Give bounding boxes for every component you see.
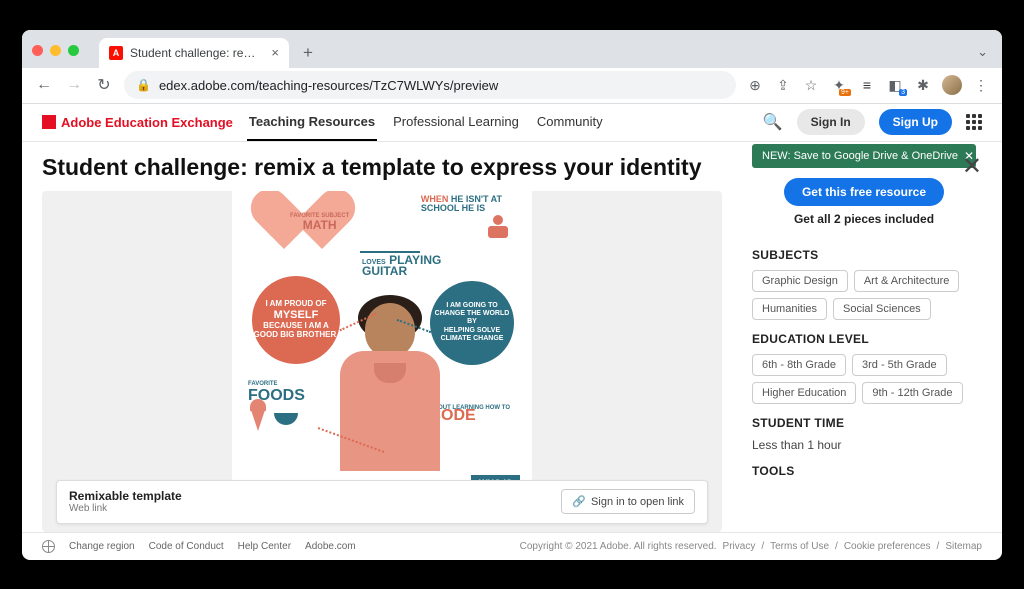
sign-in-button[interactable]: Sign In bbox=[797, 109, 865, 135]
minimize-window-icon[interactable] bbox=[50, 45, 61, 56]
footer-code-of-conduct[interactable]: Code of Conduct bbox=[149, 541, 224, 552]
close-icon[interactable]: ✕ bbox=[962, 152, 982, 181]
buffer-extension-icon[interactable]: ≡ bbox=[858, 76, 876, 94]
extension-icon-2[interactable]: ◧3 bbox=[886, 76, 904, 94]
browser-tab-bar: A Student challenge: remix a tem × + ⌄ bbox=[22, 30, 1002, 68]
when-text: WHEN HE ISN'T AT SCHOOL HE IS bbox=[421, 195, 502, 213]
student-time-value: Less than 1 hour bbox=[752, 438, 976, 452]
footer-adobe-com[interactable]: Adobe.com bbox=[305, 541, 356, 552]
tools-heading: TOOLS bbox=[752, 464, 976, 478]
sign-up-button[interactable]: Sign Up bbox=[879, 109, 952, 135]
brand-logo[interactable]: Adobe Education Exchange bbox=[42, 115, 233, 130]
search-icon[interactable]: 🔍 bbox=[763, 112, 783, 132]
toolbar-actions: ⊕ ⇪ ☆ ✦9+ ≡ ◧3 ✱ ⋮ bbox=[746, 75, 990, 95]
link-card: Remixable template Web link 🔗 Sign in to… bbox=[56, 480, 708, 524]
chip-9-12-grade[interactable]: 9th - 12th Grade bbox=[862, 382, 962, 404]
chip-graphic-design[interactable]: Graphic Design bbox=[752, 270, 848, 292]
link-icon: 🔗 bbox=[572, 495, 586, 508]
nav-teaching-resources[interactable]: Teaching Resources bbox=[247, 104, 377, 141]
footer-help-center[interactable]: Help Center bbox=[238, 541, 291, 552]
template-graphic: FAVORITE SUBJECT MATH WHEN HE ISN'T AT S… bbox=[232, 191, 532, 491]
template-preview: FAVORITE SUBJECT MATH WHEN HE ISN'T AT S… bbox=[42, 191, 722, 532]
chip-humanities[interactable]: Humanities bbox=[752, 298, 827, 320]
chip-higher-education[interactable]: Higher Education bbox=[752, 382, 856, 404]
education-heading: EDUCATION LEVEL bbox=[752, 332, 976, 346]
bowl-icon bbox=[274, 413, 298, 425]
tab-title: Student challenge: remix a tem bbox=[130, 46, 264, 60]
globe-icon[interactable] bbox=[42, 540, 55, 553]
chip-art-architecture[interactable]: Art & Architecture bbox=[854, 270, 960, 292]
new-tab-button[interactable]: + bbox=[295, 40, 321, 66]
browser-address-bar: ← → ↻ 🔒 edex.adobe.com/teaching-resource… bbox=[22, 68, 1002, 104]
nav-community[interactable]: Community bbox=[535, 104, 605, 141]
reload-button[interactable]: ↻ bbox=[94, 75, 114, 95]
skateboarder-icon bbox=[484, 215, 512, 243]
forward-button: → bbox=[64, 76, 84, 94]
footer-change-region[interactable]: Change region bbox=[69, 541, 135, 552]
footer-terms[interactable]: Terms of Use bbox=[770, 541, 829, 552]
subjects-heading: SUBJECTS bbox=[752, 248, 976, 262]
page-title: Student challenge: remix a template to e… bbox=[42, 154, 722, 181]
window-controls bbox=[32, 45, 79, 56]
get-resource-button[interactable]: Get this free resource bbox=[784, 178, 944, 206]
link-card-title: Remixable template bbox=[69, 489, 561, 503]
student-time-heading: STUDENT TIME bbox=[752, 416, 976, 430]
footer-sitemap[interactable]: Sitemap bbox=[945, 541, 982, 552]
url-field[interactable]: 🔒 edex.adobe.com/teaching-resources/TzC7… bbox=[124, 71, 736, 99]
back-button[interactable]: ← bbox=[34, 76, 54, 94]
extensions-puzzle-icon[interactable]: ✱ bbox=[914, 76, 932, 94]
app-launcher-icon[interactable] bbox=[966, 114, 982, 130]
adobe-logo-icon bbox=[42, 115, 56, 129]
extension-icon[interactable]: ✦9+ bbox=[830, 76, 848, 94]
ice-cream-icon bbox=[250, 407, 266, 431]
chip-3-5-grade[interactable]: 3rd - 5th Grade bbox=[852, 354, 947, 376]
browser-tab[interactable]: A Student challenge: remix a tem × bbox=[99, 38, 289, 68]
guitar-text: LOVES PLAYINGGUITAR bbox=[362, 255, 441, 278]
tab-list-chevron-icon[interactable]: ⌄ bbox=[977, 44, 988, 60]
sidebar: NEW: Save to Google Drive & OneDrive ✕ G… bbox=[742, 142, 1002, 532]
url-text: edex.adobe.com/teaching-resources/TzC7WL… bbox=[159, 78, 498, 93]
zoom-icon[interactable]: ⊕ bbox=[746, 76, 764, 94]
chip-6-8-grade[interactable]: 6th - 8th Grade bbox=[752, 354, 846, 376]
chip-social-sciences[interactable]: Social Sciences bbox=[833, 298, 931, 320]
maximize-window-icon[interactable] bbox=[68, 45, 79, 56]
share-icon[interactable]: ⇪ bbox=[774, 76, 792, 94]
tab-close-icon[interactable]: × bbox=[271, 45, 279, 60]
site-footer: Change region Code of Conduct Help Cente… bbox=[22, 532, 1002, 560]
footer-privacy[interactable]: Privacy bbox=[723, 541, 756, 552]
save-banner[interactable]: NEW: Save to Google Drive & OneDrive ✕ bbox=[752, 144, 976, 168]
heart-text: FAVORITE SUBJECT MATH bbox=[290, 211, 349, 233]
pieces-included-text: Get all 2 pieces included bbox=[752, 212, 976, 226]
sign-in-open-link-button[interactable]: 🔗 Sign in to open link bbox=[561, 489, 695, 514]
lock-icon: 🔒 bbox=[136, 78, 151, 92]
person-illustration bbox=[330, 303, 450, 491]
profile-avatar[interactable] bbox=[942, 75, 962, 95]
close-window-icon[interactable] bbox=[32, 45, 43, 56]
brand-text: Adobe Education Exchange bbox=[61, 115, 233, 130]
bookmark-star-icon[interactable]: ☆ bbox=[802, 76, 820, 94]
site-header: Adobe Education Exchange Teaching Resour… bbox=[22, 104, 1002, 142]
proud-circle: I AM PROUD OFMYSELFBECAUSE I AM AGOOD BI… bbox=[252, 276, 340, 364]
footer-copyright: Copyright © 2021 Adobe. All rights reser… bbox=[520, 541, 717, 552]
footer-cookie[interactable]: Cookie preferences bbox=[844, 541, 931, 552]
nav-professional-learning[interactable]: Professional Learning bbox=[391, 104, 521, 141]
browser-menu-icon[interactable]: ⋮ bbox=[972, 76, 990, 94]
link-card-subtitle: Web link bbox=[69, 503, 561, 514]
favicon-adobe-icon: A bbox=[109, 46, 123, 60]
